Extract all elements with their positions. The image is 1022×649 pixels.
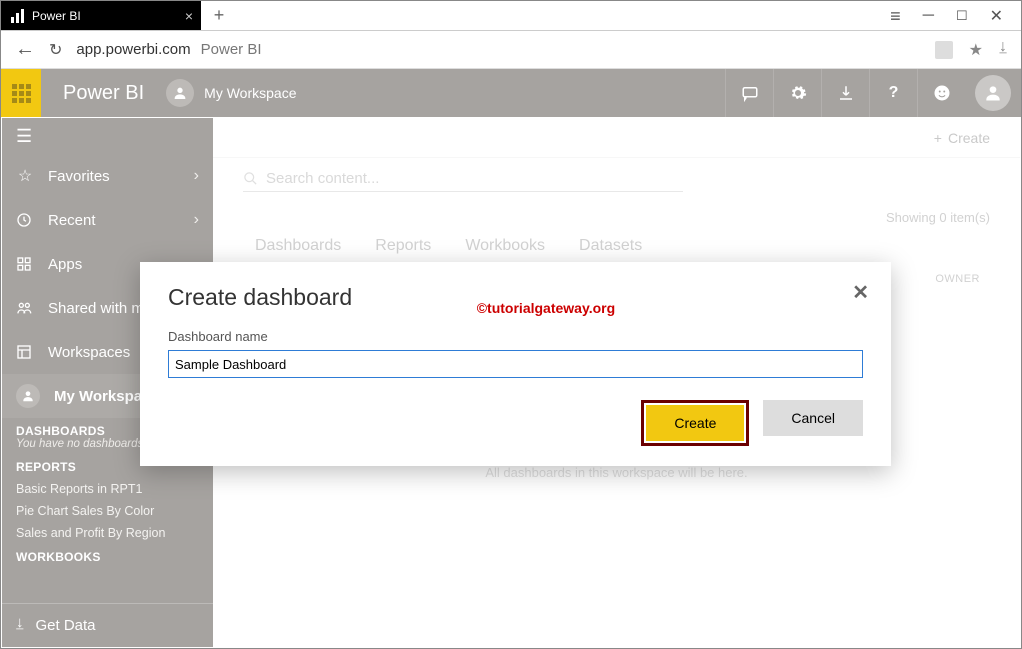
powerbi-icon bbox=[11, 9, 24, 23]
cancel-button[interactable]: Cancel bbox=[763, 400, 863, 436]
item-count: Showing 0 item(s) bbox=[886, 210, 990, 225]
nav-favorites[interactable]: ☆ Favorites › bbox=[2, 154, 213, 198]
nav-label: Favorites bbox=[48, 168, 110, 185]
tab-reports[interactable]: Reports bbox=[375, 237, 431, 255]
avatar-icon bbox=[16, 384, 40, 408]
nav-label: Recent bbox=[48, 212, 96, 229]
tab-datasets[interactable]: Datasets bbox=[579, 237, 642, 255]
nav-label: Apps bbox=[48, 256, 82, 273]
report-link[interactable]: Sales and Profit By Region bbox=[2, 522, 213, 544]
browser-tab-active[interactable]: Power BI × bbox=[1, 1, 201, 30]
report-link[interactable]: Basic Reports in RPT1 bbox=[2, 478, 213, 500]
avatar-icon bbox=[166, 79, 194, 107]
user-avatar[interactable] bbox=[975, 75, 1011, 111]
create-dashboard-dialog: Create dashboard ✕ ©tutorialgateway.org … bbox=[140, 262, 891, 466]
chevron-right-icon: › bbox=[194, 167, 199, 185]
feedback-smiley-icon[interactable] bbox=[917, 69, 965, 117]
dashboard-name-input[interactable] bbox=[168, 350, 863, 378]
reload-icon[interactable]: ↻ bbox=[49, 40, 62, 60]
close-tab-icon[interactable]: × bbox=[185, 8, 193, 24]
arrow-down-icon: ↓─ bbox=[16, 619, 24, 632]
tab-workbooks[interactable]: Workbooks bbox=[465, 237, 545, 255]
nav-label: Shared with me bbox=[48, 300, 152, 317]
download-icon[interactable]: ↓─ bbox=[999, 43, 1007, 56]
report-link[interactable]: Pie Chart Sales By Color bbox=[2, 500, 213, 522]
workspaces-icon bbox=[16, 344, 34, 360]
browser-tab-strip: Power BI × + ≡ ─ ☐ ✕ bbox=[1, 1, 1021, 31]
hamburger-icon[interactable]: ☰ bbox=[2, 118, 213, 154]
window-close-icon[interactable]: ✕ bbox=[990, 6, 1003, 26]
url-field[interactable]: app.powerbi.com Power BI bbox=[76, 41, 920, 58]
tab-title: Power BI bbox=[32, 9, 81, 23]
window-maximize-icon[interactable]: ☐ bbox=[956, 8, 968, 24]
create-button[interactable]: Create bbox=[948, 130, 990, 146]
waffle-icon bbox=[12, 84, 31, 103]
nav-label: Workspaces bbox=[48, 344, 130, 361]
url-title: Power BI bbox=[201, 41, 262, 58]
chevron-right-icon: › bbox=[194, 211, 199, 229]
window-minimize-icon[interactable]: ─ bbox=[923, 7, 934, 25]
get-data-label: Get Data bbox=[36, 617, 96, 634]
browser-url-bar: ← ↻ app.powerbi.com Power BI ★ ↓─ bbox=[1, 31, 1021, 69]
workspace-switcher[interactable]: My Workspace bbox=[166, 79, 296, 107]
get-data-button[interactable]: ↓─ Get Data bbox=[2, 603, 213, 647]
search-icon bbox=[243, 171, 258, 186]
lock-icon bbox=[935, 41, 953, 59]
nav-recent[interactable]: Recent › bbox=[2, 198, 213, 242]
app-launcher-button[interactable] bbox=[1, 69, 41, 117]
workspace-label: My Workspace bbox=[204, 85, 296, 101]
brand-label: Power BI bbox=[41, 82, 166, 105]
dialog-close-icon[interactable]: ✕ bbox=[852, 280, 869, 305]
bookmark-star-icon[interactable]: ★ bbox=[969, 40, 983, 60]
star-icon: ☆ bbox=[16, 166, 34, 186]
plus-icon: + bbox=[934, 130, 942, 146]
search-input[interactable]: Search content... bbox=[243, 166, 683, 192]
clock-icon bbox=[16, 212, 34, 228]
help-icon[interactable]: ? bbox=[869, 69, 917, 117]
new-tab-button[interactable]: + bbox=[201, 1, 237, 30]
apps-icon bbox=[16, 256, 34, 272]
empty-state-subtitle: All dashboards in this workspace will be… bbox=[243, 465, 990, 480]
create-button[interactable]: Create bbox=[646, 405, 744, 441]
dashboard-name-label: Dashboard name bbox=[168, 329, 863, 344]
create-button-highlight: Create bbox=[641, 400, 749, 446]
watermark-text: ©tutorialgateway.org bbox=[477, 300, 615, 316]
settings-gear-icon[interactable] bbox=[773, 69, 821, 117]
workbooks-heading: WORKBOOKS bbox=[16, 550, 199, 564]
col-owner: OWNER bbox=[935, 273, 990, 285]
download-app-icon[interactable] bbox=[821, 69, 869, 117]
app-header: Power BI My Workspace ? bbox=[1, 69, 1021, 117]
messages-icon[interactable] bbox=[725, 69, 773, 117]
tab-dashboards[interactable]: Dashboards bbox=[255, 237, 341, 255]
search-placeholder: Search content... bbox=[266, 170, 379, 187]
back-icon[interactable]: ← bbox=[15, 38, 35, 61]
browser-menu-icon[interactable]: ≡ bbox=[890, 7, 901, 25]
shared-icon bbox=[16, 300, 34, 316]
url-host: app.powerbi.com bbox=[76, 41, 190, 58]
